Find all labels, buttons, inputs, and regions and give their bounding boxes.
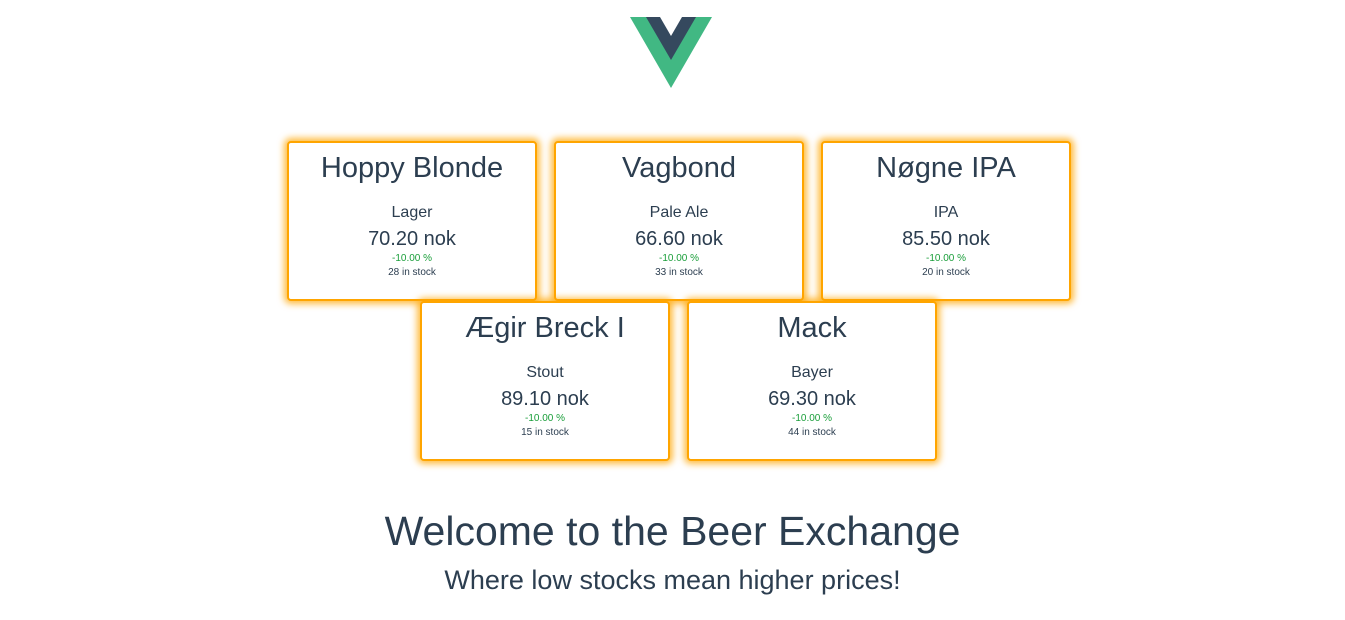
beer-type: IPA xyxy=(933,204,959,221)
welcome-title: Welcome to the Beer Exchange xyxy=(384,508,961,554)
beer-price: 70.20 nok xyxy=(368,228,456,250)
price-change: -10.00 % xyxy=(391,253,433,264)
beer-type: Pale Ale xyxy=(649,204,709,221)
beer-cards-row-2: Ægir Breck I Stout 89.10 nok -10.00 % 15… xyxy=(420,301,937,461)
stock-count: 28 in stock xyxy=(388,267,436,278)
beer-price: 89.10 nok xyxy=(501,388,589,410)
price-change: -10.00 % xyxy=(791,413,833,424)
beer-name: Ægir Breck I xyxy=(465,312,625,344)
beer-card-mack[interactable]: Mack Bayer 69.30 nok -10.00 % 44 in stoc… xyxy=(687,301,937,461)
beer-card-vagbond[interactable]: Vagbond Pale Ale 66.60 nok -10.00 % 33 i… xyxy=(554,141,804,301)
beer-name: Nøgne IPA xyxy=(876,152,1016,184)
beer-price: 85.50 nok xyxy=(902,228,990,250)
beer-name: Hoppy Blonde xyxy=(320,152,504,184)
vue-logo-icon xyxy=(630,17,712,88)
beer-name: Vagbond xyxy=(622,152,736,184)
beer-type: Lager xyxy=(391,204,433,221)
price-change: -10.00 % xyxy=(524,413,566,424)
price-change: -10.00 % xyxy=(658,253,700,264)
welcome-subtitle: Where low stocks mean higher prices! xyxy=(444,565,901,595)
stock-count: 33 in stock xyxy=(655,267,703,278)
beer-card-nogne-ipa[interactable]: Nøgne IPA IPA 85.50 nok -10.00 % 20 in s… xyxy=(821,141,1071,301)
beer-price: 69.30 nok xyxy=(768,388,856,410)
beer-card-aegir-breck[interactable]: Ægir Breck I Stout 89.10 nok -10.00 % 15… xyxy=(420,301,670,461)
beer-type: Bayer xyxy=(791,364,833,381)
stock-count: 44 in stock xyxy=(788,427,836,438)
stock-count: 20 in stock xyxy=(922,267,970,278)
beer-card-hoppy-blonde[interactable]: Hoppy Blonde Lager 70.20 nok -10.00 % 28… xyxy=(287,141,537,301)
price-change: -10.00 % xyxy=(925,253,967,264)
beer-cards-row-1: Hoppy Blonde Lager 70.20 nok -10.00 % 28… xyxy=(287,141,1071,301)
beer-price: 66.60 nok xyxy=(635,228,723,250)
beer-name: Mack xyxy=(777,312,847,344)
beer-type: Stout xyxy=(526,364,564,381)
stock-count: 15 in stock xyxy=(521,427,569,438)
